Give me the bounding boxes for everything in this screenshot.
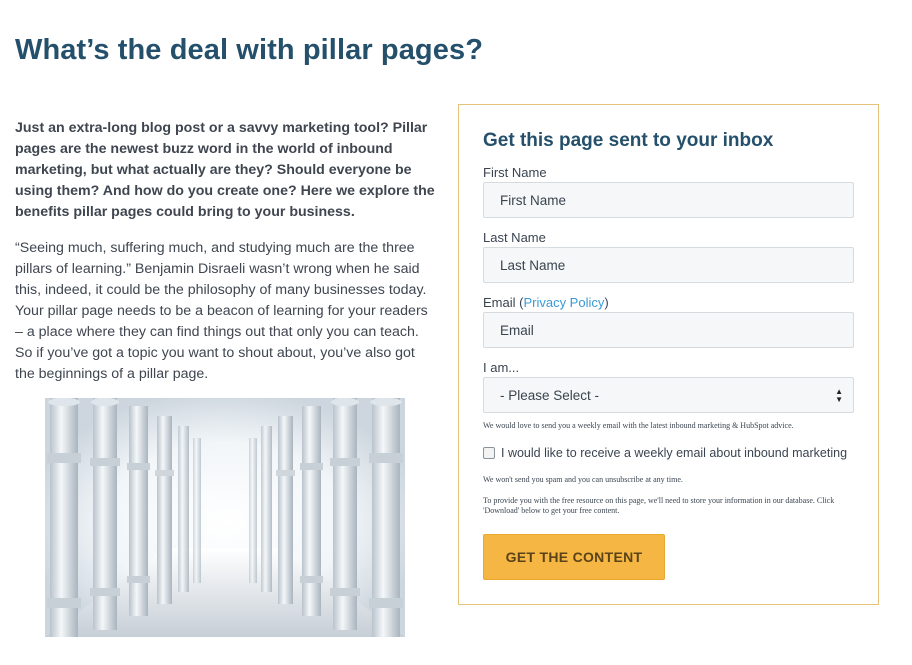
get-content-button[interactable]: GET THE CONTENT [483, 534, 665, 580]
role-select[interactable]: - Please Select - ▲ ▼ [483, 377, 854, 413]
email-label-text: Email ( [483, 295, 524, 310]
last-name-label: Last Name [483, 230, 546, 245]
email-label: Email (Privacy Policy) [483, 295, 609, 310]
email-input[interactable] [483, 312, 854, 348]
weekly-email-checkbox[interactable] [483, 447, 495, 459]
weekly-email-option: I would like to receive a weekly email a… [483, 446, 847, 460]
select-arrows-icon: ▲ ▼ [835, 387, 843, 404]
weekly-email-checkbox-label[interactable]: I would like to receive a weekly email a… [501, 446, 847, 460]
spam-note: We won't send you spam and you can unsub… [483, 475, 683, 484]
pillars-illustration [45, 398, 405, 637]
pillars-photo [45, 398, 405, 637]
article-intro: Just an extra-long blog post or a savvy … [15, 120, 435, 220]
first-name-label: First Name [483, 165, 547, 180]
article-quote: “Seeing much, suffering much, and studyi… [15, 240, 428, 382]
weekly-email-note: We would love to send you a weekly email… [483, 421, 794, 430]
privacy-policy-link[interactable]: Privacy Policy [523, 295, 604, 310]
email-label-close: ) [604, 295, 609, 310]
signup-form-card: Get this page sent to your inbox First N… [458, 104, 879, 605]
form-title: Get this page sent to your inbox [483, 130, 774, 151]
last-name-input[interactable] [483, 247, 854, 283]
page-title: What’s the deal with pillar pages? [15, 34, 484, 66]
first-name-input[interactable] [483, 182, 854, 218]
role-label: I am... [483, 360, 520, 375]
storage-note: To provide you with the free resource on… [483, 496, 835, 515]
role-select-value: - Please Select - [500, 387, 600, 403]
